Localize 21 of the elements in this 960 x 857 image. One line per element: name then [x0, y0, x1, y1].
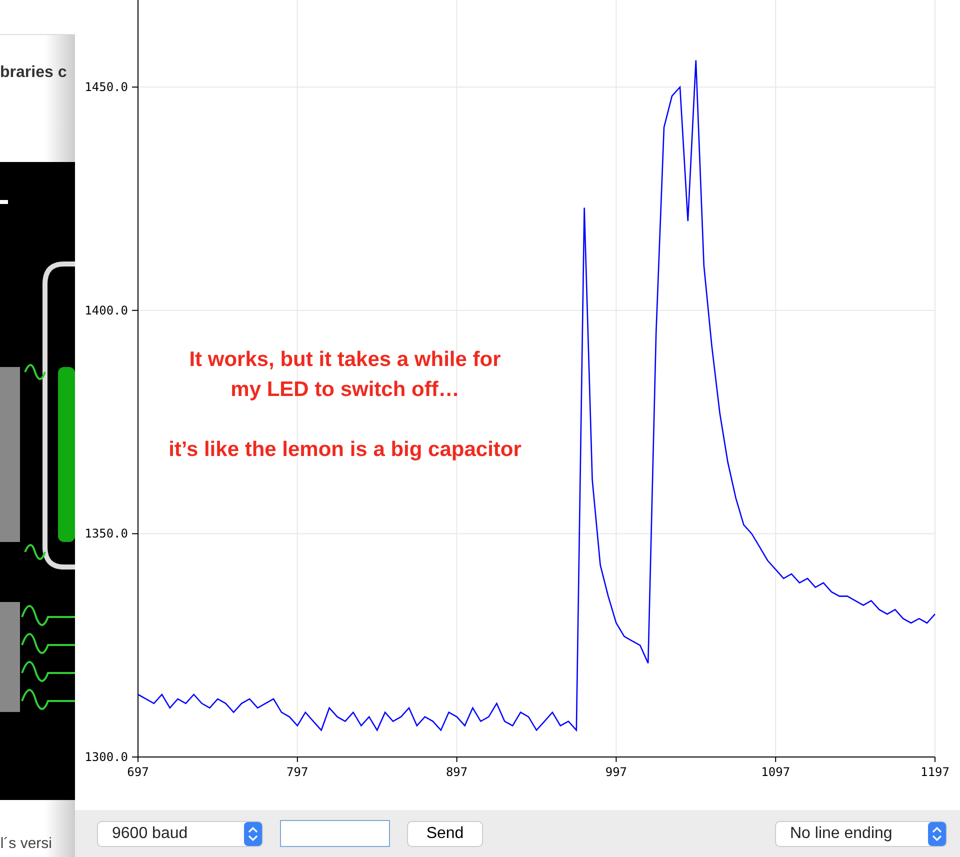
y-tick-label: 1300.0 — [84, 750, 128, 764]
send-button[interactable]: Send — [407, 820, 483, 846]
x-tick-label: 997 — [605, 765, 628, 779]
stepper-icon — [928, 822, 946, 846]
page-text: il´s versi — [0, 834, 52, 854]
stepper-icon — [244, 822, 262, 846]
page-heading: braries c — [0, 63, 67, 83]
x-tick-label: 797 — [286, 765, 308, 779]
baud-dropdown[interactable]: 9600 baud — [97, 820, 263, 846]
line-ending-dropdown[interactable]: No line ending — [775, 820, 947, 846]
y-tick-label: 1350.0 — [84, 526, 128, 541]
y-tick-label: 1450.0 — [84, 80, 128, 94]
annotation-text: it’s like the lemon is a big capacitor — [168, 437, 522, 463]
x-tick-label: 897 — [446, 765, 468, 779]
annotation-text: It works, but it takes a while for — [188, 347, 502, 373]
x-tick-label: 1197 — [920, 765, 950, 779]
y-tick-label: 1400.0 — [84, 303, 128, 318]
x-tick-label: 1097 — [761, 765, 790, 779]
x-tick-label: 697 — [127, 765, 149, 779]
annotation-text: my LED to switch off… — [230, 377, 460, 403]
input-field[interactable] — [280, 820, 390, 847]
